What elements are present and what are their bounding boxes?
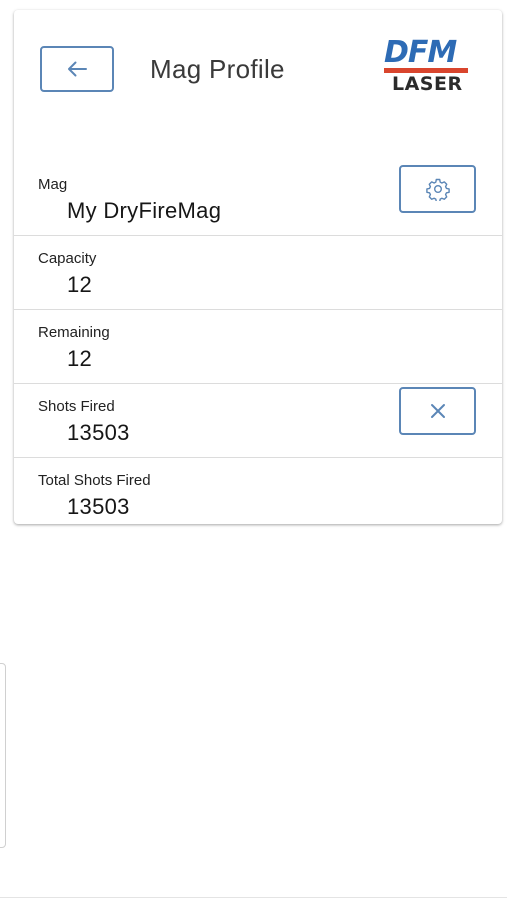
field-row-mag: Mag My DryFireMag bbox=[14, 162, 502, 236]
back-button[interactable] bbox=[40, 46, 114, 92]
reset-shots-button[interactable] bbox=[399, 387, 476, 435]
logo-text-dfm: DFM bbox=[384, 35, 457, 70]
close-icon bbox=[430, 404, 445, 418]
mag-profile-card: Mag Profile DFM LASER Mag My DryFireMag … bbox=[14, 10, 502, 524]
page-title: Mag Profile bbox=[150, 54, 285, 84]
dfm-laser-logo: DFM LASER bbox=[384, 38, 468, 96]
mag-settings-button[interactable] bbox=[399, 165, 476, 213]
field-value: 13503 bbox=[67, 494, 130, 519]
field-label: Total Shots Fired bbox=[38, 472, 151, 489]
side-drawer-handle[interactable] bbox=[0, 663, 6, 848]
field-value: 13503 bbox=[67, 420, 130, 445]
field-value: My DryFireMag bbox=[67, 198, 222, 223]
field-label: Mag bbox=[38, 176, 68, 193]
arrow-left-icon bbox=[68, 61, 87, 77]
field-label: Shots Fired bbox=[38, 398, 115, 415]
logo-text-laser: LASER bbox=[392, 73, 463, 95]
gear-icon bbox=[425, 178, 450, 201]
field-row-remaining: Remaining 12 bbox=[14, 310, 502, 384]
field-label: Capacity bbox=[38, 250, 97, 267]
field-row-shots-fired: Shots Fired 13503 bbox=[14, 384, 502, 458]
bottom-divider bbox=[0, 897, 507, 898]
field-label: Remaining bbox=[38, 324, 110, 341]
field-row-capacity: Capacity 12 bbox=[14, 236, 502, 310]
field-value: 12 bbox=[67, 346, 93, 371]
field-row-total-shots-fired: Total Shots Fired 13503 bbox=[14, 458, 502, 532]
field-value: 12 bbox=[67, 272, 93, 297]
